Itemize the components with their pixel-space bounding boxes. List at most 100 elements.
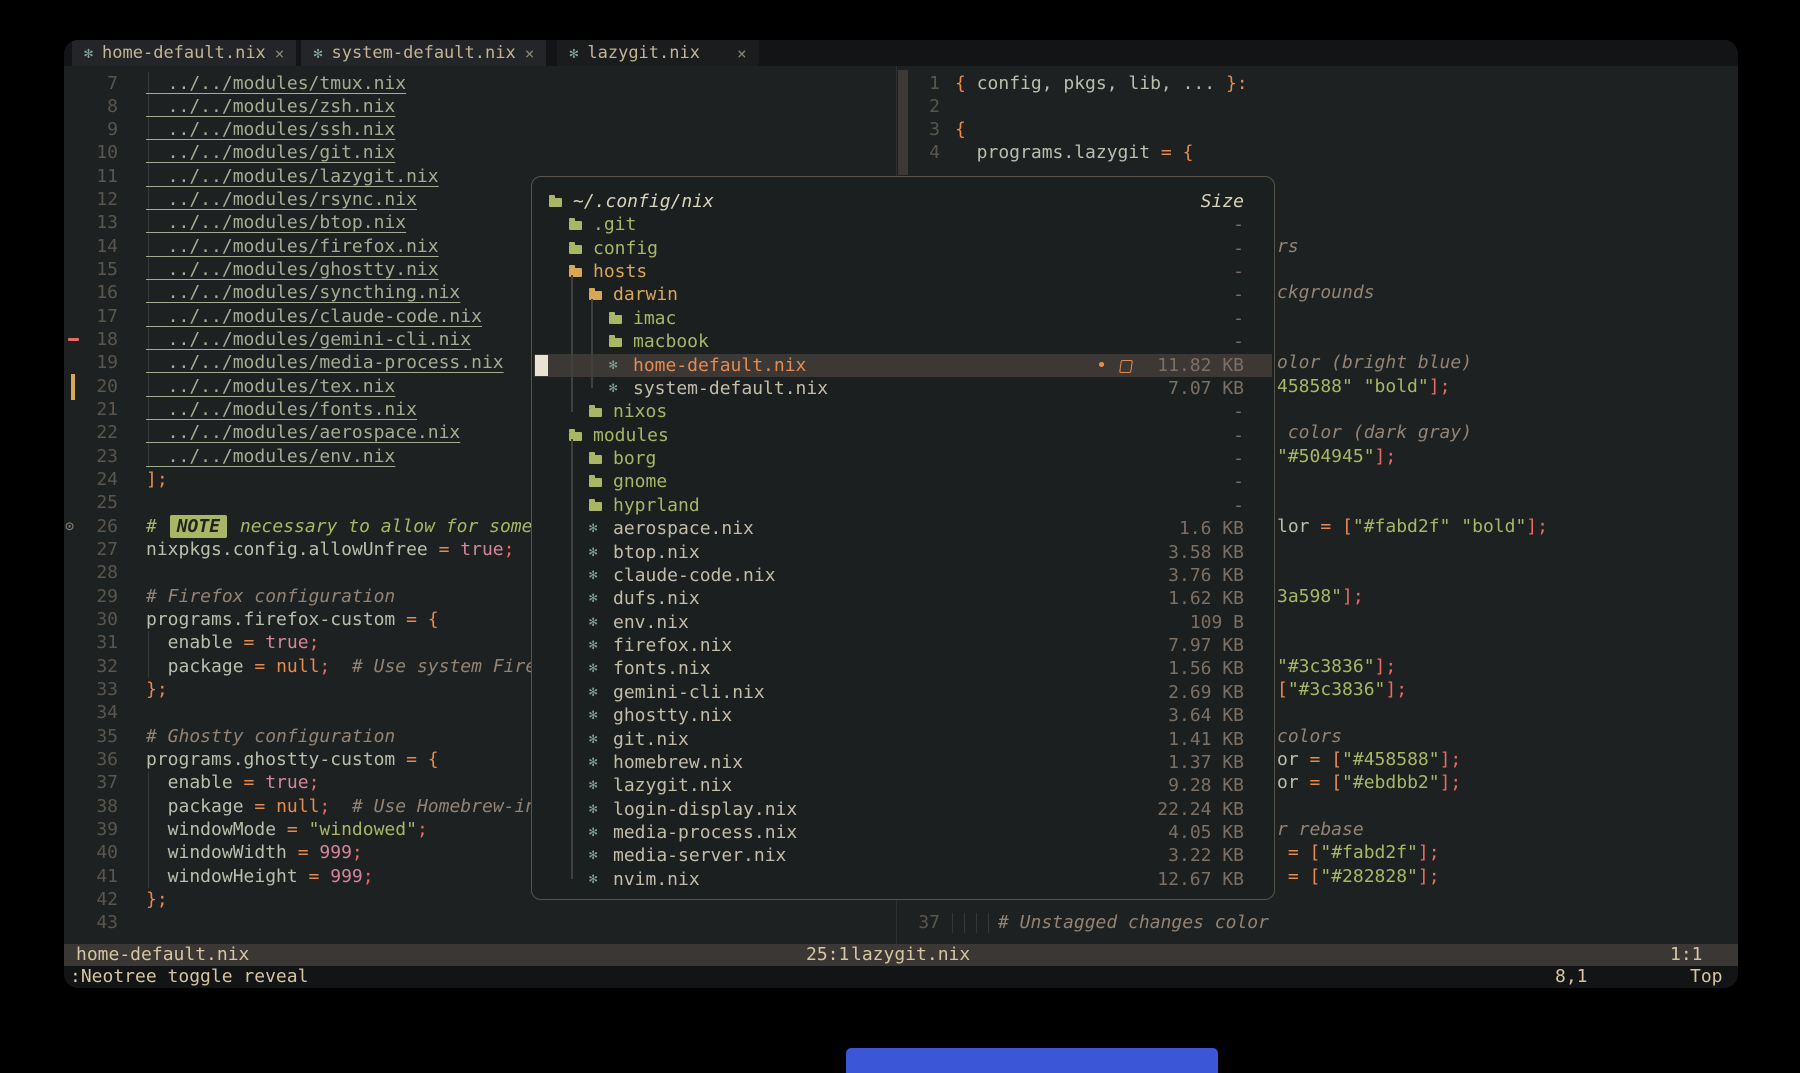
tree-item-name: media-server.nix (613, 844, 786, 867)
tree-item-name: login-display.nix (613, 798, 797, 821)
scroll-indicator: Top (1690, 966, 1723, 988)
code-fragment: olor (bright blue) (1277, 351, 1472, 374)
code-line[interactable]: 2 (64, 95, 1738, 118)
tree-row-folder[interactable]: modules- (534, 424, 1272, 447)
tree-row-folder[interactable]: gnome- (534, 470, 1272, 493)
nix-file-icon: ✻ (589, 517, 597, 540)
close-icon[interactable]: × (525, 44, 535, 63)
close-icon[interactable]: × (275, 44, 285, 63)
tree-row-file[interactable]: ✻gemini-cli.nix2.69 KB (534, 681, 1272, 704)
line-number: 14 (64, 235, 118, 258)
code-fragment: or = ["#ebdbb2"]; (1277, 771, 1461, 794)
tree-row-file[interactable]: ✻home-default.nix•11.82 KB (534, 354, 1272, 377)
tree-item-name: .git (593, 213, 636, 236)
tree-row-folder[interactable]: macbook- (534, 330, 1272, 353)
line-number: 21 (64, 398, 118, 421)
code-line[interactable]: 4 programs.lazygit = { (64, 141, 1738, 164)
file-size: - (1233, 213, 1244, 236)
tree-item-name: ghostty.nix (613, 704, 732, 727)
line-number: 31 (64, 631, 118, 654)
close-icon[interactable]: × (737, 44, 747, 63)
tree-item-name: imac (633, 307, 676, 330)
tree-row-file[interactable]: ✻aerospace.nix1.6 KB (534, 517, 1272, 540)
tree-guide (571, 439, 573, 879)
tree-row-file[interactable]: ✻lazygit.nix9.28 KB (534, 774, 1272, 797)
code-fragment: "#504945"]; (1277, 445, 1396, 468)
line-number: 11 (64, 165, 118, 188)
tree-row-folder[interactable]: imac- (534, 307, 1272, 330)
code-line[interactable]: 1{ config, pkgs, lib, ... }: (64, 72, 1738, 95)
code-line[interactable]: 3{ (64, 118, 1738, 141)
nix-file-icon: ✻ (589, 634, 597, 657)
line-number: 41 (64, 865, 118, 888)
line-text: windowWidth = 999; (146, 841, 363, 864)
code-fragment: color (dark gray) (1277, 421, 1472, 444)
tree-row-file[interactable]: ✻homebrew.nix1.37 KB (534, 751, 1272, 774)
line-number: 24 (64, 468, 118, 491)
tree-row-folder[interactable]: nixos- (534, 400, 1272, 423)
tree-row-folder[interactable]: borg- (534, 447, 1272, 470)
tree-item-name: borg (613, 447, 656, 470)
tree-item-name: nixos (613, 400, 667, 423)
line-number: 29 (64, 585, 118, 608)
line-text: windowHeight = 999; (146, 865, 374, 888)
file-size: 3.22 KB (1168, 844, 1244, 867)
line-text: ../../modules/aerospace.nix (146, 421, 460, 444)
tree-row-folder[interactable]: .git - (534, 213, 1272, 236)
code-fragment: or = ["#458588"]; (1277, 748, 1461, 771)
file-size: 11.82 KB (1157, 354, 1244, 377)
tab-system-default[interactable]: ✻ system-default.nix × (301, 40, 546, 66)
code-fragment: = ["#282828"]; (1277, 865, 1440, 888)
code-fragment: 458588" "bold"]; (1277, 375, 1450, 398)
tree-row-file[interactable]: ✻fonts.nix1.56 KB (534, 657, 1272, 680)
code-line[interactable]: 37# Unstagged changes color (64, 911, 1738, 934)
todo-sign-icon: ⊙ (65, 517, 81, 535)
tree-row-file[interactable]: ✻login-display.nix22.24 KB (534, 798, 1272, 821)
line-text: programs.firefox-custom = { (146, 608, 439, 631)
code-fragment: = ["#fabd2f"]; (1277, 841, 1440, 864)
tree-item-name: dufs.nix (613, 587, 700, 610)
tree-item-name: hyprland (613, 494, 700, 517)
tree-item-name: aerospace.nix (613, 517, 754, 540)
tree-row-file[interactable]: ✻dufs.nix1.62 KB (534, 587, 1272, 610)
tree-row-file[interactable]: ✻media-server.nix3.22 KB (534, 844, 1272, 867)
tree-row-folder[interactable]: darwin- (534, 283, 1272, 306)
nix-file-icon: ✻ (589, 541, 597, 564)
tree-item-name: firefox.nix (613, 634, 732, 657)
tree-row-file[interactable]: ✻firefox.nix7.97 KB (534, 634, 1272, 657)
line-number: 37 (64, 771, 118, 794)
tree-row-file[interactable]: ✻env.nix109 B (534, 611, 1272, 634)
file-size: - (1233, 330, 1244, 353)
tree-item-name: config (593, 237, 658, 260)
nix-file-icon: ✻ (589, 704, 597, 727)
line-number: 39 (64, 818, 118, 841)
nix-snowflake-icon: ✻ (313, 44, 322, 62)
statusline-right-position: 1:1 (1670, 944, 1703, 966)
folder-icon (609, 315, 622, 324)
tab-lazygit[interactable]: ✻ lazygit.nix × (557, 40, 758, 66)
tree-row-file[interactable]: ✻git.nix1.41 KB (534, 728, 1272, 751)
tree-row-file[interactable]: ✻media-process.nix4.05 KB (534, 821, 1272, 844)
command-line[interactable]: :Neotree toggle reveal 8,1 Top (64, 966, 1738, 988)
tree-row-file[interactable]: ✻system-default.nix7.07 KB (534, 377, 1272, 400)
folder-icon (589, 502, 602, 511)
line-text: ../../modules/ghostty.nix (146, 258, 439, 281)
ruler-position: 8,1 (1555, 966, 1588, 988)
nix-file-icon: ✻ (589, 798, 597, 821)
tree-row-folder[interactable]: hosts- (534, 260, 1272, 283)
tree-row-file[interactable]: ✻btop.nix3.58 KB (534, 541, 1272, 564)
tree-row-folder[interactable]: config- (534, 237, 1272, 260)
file-size: 4.05 KB (1168, 821, 1244, 844)
nix-file-icon: ✻ (589, 728, 597, 751)
file-size: 1.56 KB (1168, 657, 1244, 680)
tree-row-file[interactable]: ✻ghostty.nix3.64 KB (534, 704, 1272, 727)
last-command-text: :Neotree toggle reveal (70, 966, 308, 988)
tree-row-file[interactable]: ✻nvim.nix12.67 KB (534, 868, 1272, 891)
tree-item-name: git.nix (613, 728, 689, 751)
tree-root-header: ~/.config/nix Size (534, 190, 1272, 213)
tree-row-file[interactable]: ✻claude-code.nix3.76 KB (534, 564, 1272, 587)
tree-row-folder[interactable]: hyprland- (534, 494, 1272, 517)
line-text: package = null; # Use Homebrew-insta (146, 795, 569, 818)
git-unstaged-dot-icon: • (1096, 354, 1107, 377)
tab-home-default[interactable]: ✻ home-default.nix × (72, 40, 296, 66)
